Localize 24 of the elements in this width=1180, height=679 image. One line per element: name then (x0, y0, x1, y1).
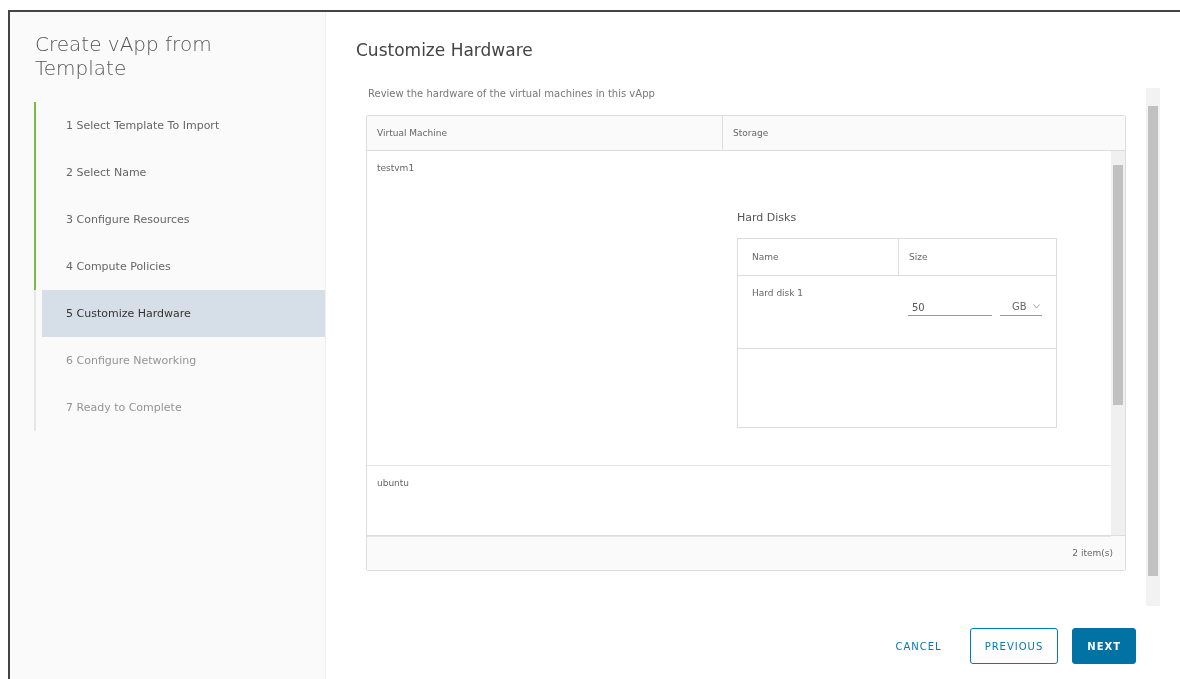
vm-name: ubuntu (377, 478, 410, 488)
hard-disks-title: Hard Disks (737, 211, 798, 224)
previous-button[interactable]: PREVIOUS (969, 628, 1059, 664)
page-title: Customize Hardware (356, 40, 534, 60)
item-count: 2 item(s) (1072, 548, 1113, 558)
wizard-step[interactable]: 2 Select Name (34, 149, 325, 196)
wizard-step[interactable]: 1 Select Template To Import (34, 102, 325, 149)
scrollbar[interactable] (1111, 151, 1125, 535)
column-header: Name (751, 251, 780, 264)
wizard-step[interactable]: 3 Configure Resources (34, 196, 325, 243)
scrollbar[interactable] (1146, 88, 1160, 606)
wizard-step[interactable]: 5 Customize Hardware (42, 290, 325, 337)
wizard-title: Create vApp from Template (34, 32, 213, 80)
column-header: Virtual Machine (376, 127, 448, 140)
disk-name: Hard disk 1 (752, 288, 804, 298)
next-button[interactable]: NEXT (1072, 628, 1136, 664)
caret-icon (1032, 304, 1040, 309)
column-header: Size (898, 239, 1056, 275)
vm-name: testvm1 (377, 163, 415, 173)
size-input[interactable]: 50 (908, 300, 992, 316)
column-header: Storage (722, 116, 1125, 150)
description-text: Review the hardware of the virtual machines in this vApp (368, 88, 656, 99)
cancel-button[interactable]: CANCEL (881, 628, 956, 664)
unit-select[interactable]: GB (1000, 299, 1042, 316)
